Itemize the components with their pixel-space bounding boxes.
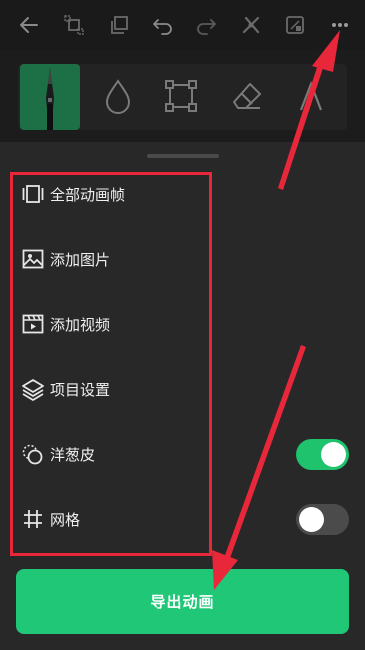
redo-icon[interactable] (191, 10, 221, 40)
menu-item-label: 网格 (50, 510, 81, 529)
crop-icon[interactable] (280, 10, 310, 40)
menu-item-add-image[interactable]: 添加图片 (10, 231, 350, 287)
layers-icon (14, 374, 52, 404)
menu-item-label: 洋葱皮 (50, 445, 96, 464)
magic-icon[interactable] (236, 10, 266, 40)
grid-icon (14, 504, 52, 534)
text-tool[interactable] (281, 64, 341, 130)
menu-item-label: 项目设置 (50, 380, 111, 399)
menu-item-add-video[interactable]: 添加视频 (10, 296, 350, 352)
video-icon (14, 309, 52, 339)
undo-icon[interactable] (148, 10, 178, 40)
menu-item-label: 全部动画帧 (50, 185, 126, 204)
text-icon (299, 80, 323, 111)
grid-toggle[interactable] (296, 504, 349, 535)
all-frames-icon (14, 179, 52, 209)
selection-icon (165, 80, 197, 112)
sheet-grabber[interactable] (147, 154, 219, 158)
back-arrow-icon[interactable] (14, 10, 44, 40)
eraser-tool[interactable] (216, 64, 276, 130)
transform-icon[interactable] (59, 10, 89, 40)
toggle-knob (299, 507, 324, 532)
droplet-icon (105, 79, 131, 114)
pen-icon (46, 68, 54, 130)
menu-item-all-frames[interactable]: 全部动画帧 (10, 166, 350, 222)
onion-skin-icon (14, 439, 52, 469)
image-icon (14, 244, 52, 274)
menu-sheet: 全部动画帧 添加图片 添加视频 项目设置 洋葱皮 网格 导出动画 (0, 142, 365, 650)
onion-skin-toggle[interactable] (296, 439, 349, 470)
export-animation-button[interactable]: 导出动画 (16, 569, 349, 634)
menu-item-project-settings[interactable]: 项目设置 (10, 361, 350, 417)
fill-tool[interactable] (88, 64, 148, 130)
eraser-icon (233, 83, 261, 109)
menu-item-label: 添加图片 (50, 250, 111, 269)
layers-icon[interactable] (104, 10, 134, 40)
menu-item-label: 添加视频 (50, 315, 111, 334)
tools-panel (18, 64, 347, 130)
pen-tool[interactable] (20, 64, 80, 130)
toggle-knob (321, 442, 346, 467)
top-toolbar (0, 0, 365, 50)
export-button-label: 导出动画 (150, 593, 215, 611)
more-icon[interactable] (325, 10, 355, 40)
tools-strip (0, 50, 365, 142)
select-tool[interactable] (151, 64, 211, 130)
